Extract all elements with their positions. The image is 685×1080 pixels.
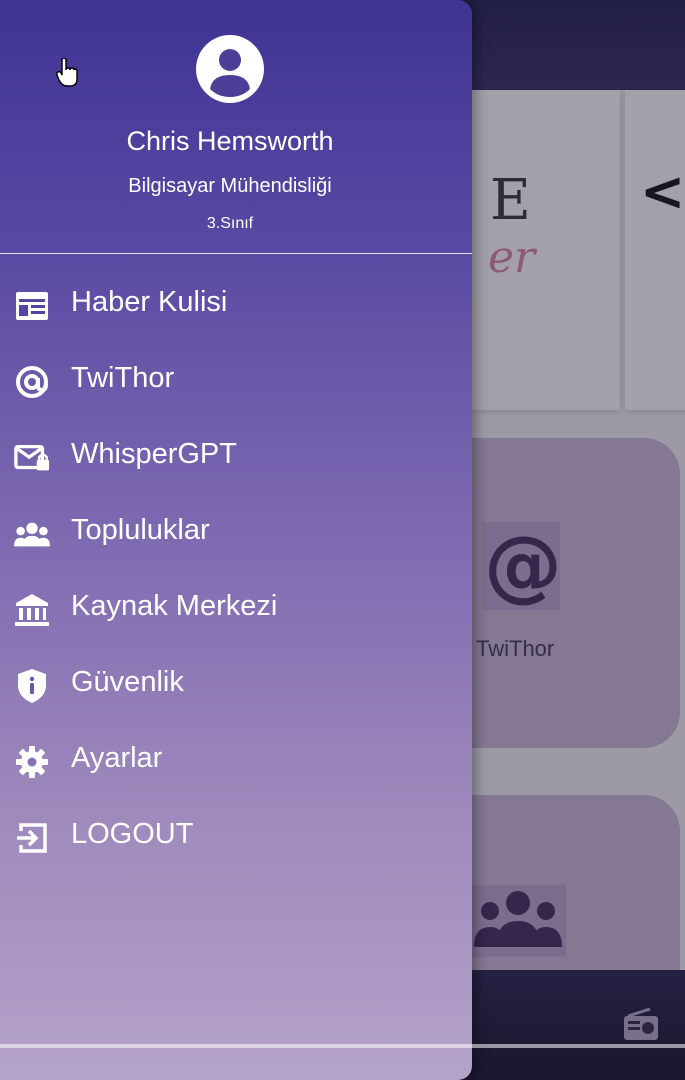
menu-item-haber-kulisi[interactable]: Haber Kulisi bbox=[0, 268, 472, 344]
hand-cursor-icon bbox=[55, 57, 78, 92]
groups-icon bbox=[14, 518, 50, 550]
menu-item-guvenlik[interactable]: Güvenlik bbox=[0, 648, 472, 724]
drawer-menu: Haber Kulisi TwiThor WhisperGPT Topluluk… bbox=[0, 268, 472, 876]
menu-item-topluluklar[interactable]: Topluluklar bbox=[0, 496, 472, 572]
shield-info-icon bbox=[14, 669, 50, 703]
menu-item-kaynak-merkezi[interactable]: Kaynak Merkezi bbox=[0, 572, 472, 648]
menu-item-label: TwiThor bbox=[71, 362, 175, 394]
menu-item-label: Topluluklar bbox=[71, 514, 210, 546]
account-circle-icon[interactable] bbox=[196, 35, 264, 103]
screen: E er < @ TwiThor Chris Hemsworth Bilgisa… bbox=[0, 0, 685, 1080]
menu-item-logout[interactable]: LOGOUT bbox=[0, 800, 472, 876]
menu-item-whispergpt[interactable]: WhisperGPT bbox=[0, 420, 472, 496]
navigation-drawer: Chris Hemsworth Bilgisayar Mühendisliği … bbox=[0, 0, 472, 1080]
menu-item-label: WhisperGPT bbox=[71, 438, 237, 470]
menu-item-label: Güvenlik bbox=[71, 666, 184, 698]
bank-icon bbox=[14, 594, 50, 626]
drawer-header: Chris Hemsworth Bilgisayar Mühendisliği … bbox=[0, 0, 472, 254]
menu-item-label: LOGOUT bbox=[71, 818, 194, 850]
user-department: Bilgisayar Mühendisliği bbox=[128, 175, 332, 197]
menu-item-label: Haber Kulisi bbox=[71, 286, 228, 318]
gear-icon bbox=[14, 746, 50, 778]
user-year: 3.Sınıf bbox=[206, 215, 254, 232]
mail-lock-icon bbox=[14, 442, 50, 474]
at-sign-icon bbox=[14, 366, 50, 398]
logout-icon bbox=[14, 822, 50, 854]
gesture-bar bbox=[0, 1044, 685, 1048]
menu-item-label: Ayarlar bbox=[71, 742, 163, 774]
newspaper-icon bbox=[14, 290, 50, 322]
menu-item-ayarlar[interactable]: Ayarlar bbox=[0, 724, 472, 800]
menu-item-twithor[interactable]: TwiThor bbox=[0, 344, 472, 420]
user-name: Chris Hemsworth bbox=[126, 126, 334, 156]
menu-item-label: Kaynak Merkezi bbox=[71, 590, 278, 622]
